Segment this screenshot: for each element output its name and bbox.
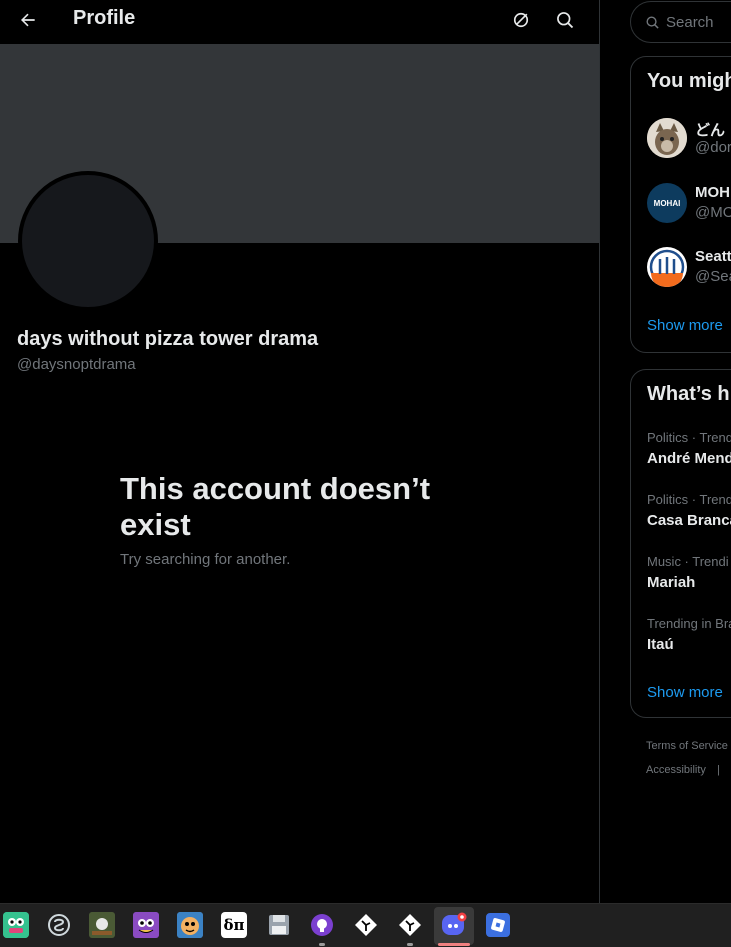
trend-topic[interactable]: Itaú — [647, 636, 674, 653]
profile-handle: @daysnoptdrama — [17, 356, 136, 373]
delta-pi-icon[interactable]: δπ — [221, 912, 247, 938]
trend-category: Music · Trendi — [647, 554, 729, 569]
suggestion-name: MOH — [695, 184, 730, 201]
suggestion-name: Seatt — [695, 248, 731, 265]
profile-column: Profile days without pizza tower drama @… — [0, 0, 600, 903]
taskbar-running-indicator — [319, 943, 325, 946]
trend-topic[interactable]: Casa Branca — [647, 512, 731, 529]
suggestion-name: どん — [695, 122, 726, 139]
profile-display-name: days without pizza tower drama — [17, 328, 319, 350]
back-arrow-icon — [21, 13, 35, 27]
roblox-icon[interactable] — [485, 912, 511, 938]
trend-topic[interactable]: Mariah — [647, 574, 695, 591]
app-mascot-icon[interactable] — [3, 912, 29, 938]
seattle-seal-icon — [647, 247, 687, 287]
trends-title: What’s h — [647, 383, 730, 405]
mohai-logo-icon: MOHAI — [647, 183, 687, 223]
grok-slash-circle-icon — [513, 12, 529, 28]
account-missing-title: This account doesn’t exist — [120, 471, 431, 542]
footer-accessibility-link[interactable]: Accessibility — [646, 764, 706, 776]
trend-category: Trending in Bra — [647, 616, 731, 631]
floppy-disk-icon[interactable] — [266, 912, 292, 938]
page-title: Profile — [73, 7, 136, 29]
suggestion-handle: @MO — [695, 204, 731, 221]
taskbar-running-indicator — [407, 943, 413, 946]
trends-show-more[interactable]: Show more — [647, 684, 723, 701]
trend-category: Politics · Trend — [647, 430, 731, 445]
suggestion-handle: @dor — [695, 139, 731, 156]
trends-card: What’s h Politics · Trend André Mend Pol… — [630, 369, 731, 718]
taskbar-active-indicator — [438, 943, 470, 946]
search-icon — [646, 16, 659, 29]
git-tool-icon[interactable] — [353, 912, 379, 938]
steam-style-icon[interactable] — [46, 912, 72, 938]
game-icon[interactable] — [89, 912, 115, 938]
github-icon[interactable] — [309, 912, 335, 938]
header-search-button[interactable] — [551, 6, 579, 34]
search-icon — [557, 12, 574, 29]
who-to-follow-show-more[interactable]: Show more — [647, 317, 723, 334]
who-to-follow-title: You might — [647, 70, 731, 92]
profile-header: Profile — [0, 0, 599, 44]
search-box[interactable]: Search — [630, 1, 731, 43]
footer-terms-link[interactable]: Terms of Service — [646, 740, 728, 752]
trend-topic[interactable]: André Mend — [647, 450, 731, 467]
pizza-tower-icon[interactable] — [133, 912, 159, 938]
back-button[interactable] — [14, 6, 42, 34]
cat-avatar-icon — [647, 118, 687, 158]
profile-avatar[interactable] — [18, 171, 158, 311]
footer-separator: | — [717, 764, 720, 776]
suggestion-handle: @Sea — [695, 268, 731, 285]
mohai-logo-text: MOHAI — [653, 198, 681, 208]
account-missing-subtitle: Try searching for another. — [120, 551, 291, 568]
search-placeholder: Search — [666, 13, 714, 31]
trend-category: Politics · Trend — [647, 492, 731, 507]
who-to-follow-card: You might どん @dor MOHAI MOH @MO Seatt @S… — [630, 56, 731, 353]
character-icon[interactable] — [177, 912, 203, 938]
git-tool-2-icon[interactable] — [397, 912, 423, 938]
grok-button[interactable] — [507, 6, 535, 34]
discord-icon[interactable] — [441, 912, 467, 938]
windows-taskbar: δπ — [0, 903, 731, 947]
